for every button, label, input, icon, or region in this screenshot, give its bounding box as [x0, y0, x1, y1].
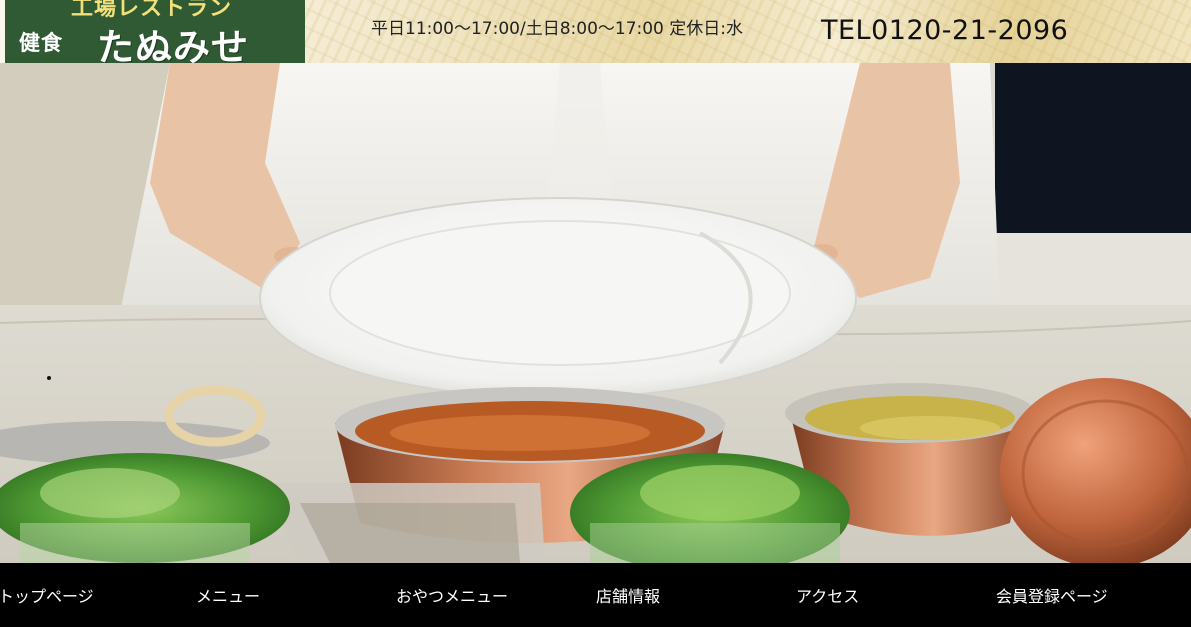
hero-photo-illustration [0, 63, 1191, 563]
nav-item-member-registration[interactable]: 会員登録ページ [996, 583, 1108, 607]
nav-item-menu[interactable]: メニュー [196, 583, 260, 607]
hero-image [0, 63, 1191, 563]
nav-item-top[interactable]: トップページ [0, 583, 94, 607]
business-hours: 平日11:00～17:00/土日8:00～17:00 定休日:水 [371, 19, 744, 39]
phone-number[interactable]: TEL0120-21-2096 [821, 15, 1068, 46]
nav-item-access[interactable]: アクセス [796, 583, 859, 607]
logo-small-text: 健食 [19, 30, 63, 55]
site-logo[interactable]: 工場レストラン 健食 たぬみせ [5, 0, 305, 63]
nav-item-store-info[interactable]: 店舗情報 [596, 583, 660, 607]
nav-item-snack-menu[interactable]: おやつメニュー [396, 583, 508, 607]
global-nav: トップページ メニュー おやつメニュー 店舗情報 アクセス 会員登録ページ [0, 563, 1191, 627]
logo-name: たぬみせ [97, 25, 249, 63]
site-header: 工場レストラン 健食 たぬみせ 平日11:00～17:00/土日8:00～17:… [0, 0, 1191, 63]
